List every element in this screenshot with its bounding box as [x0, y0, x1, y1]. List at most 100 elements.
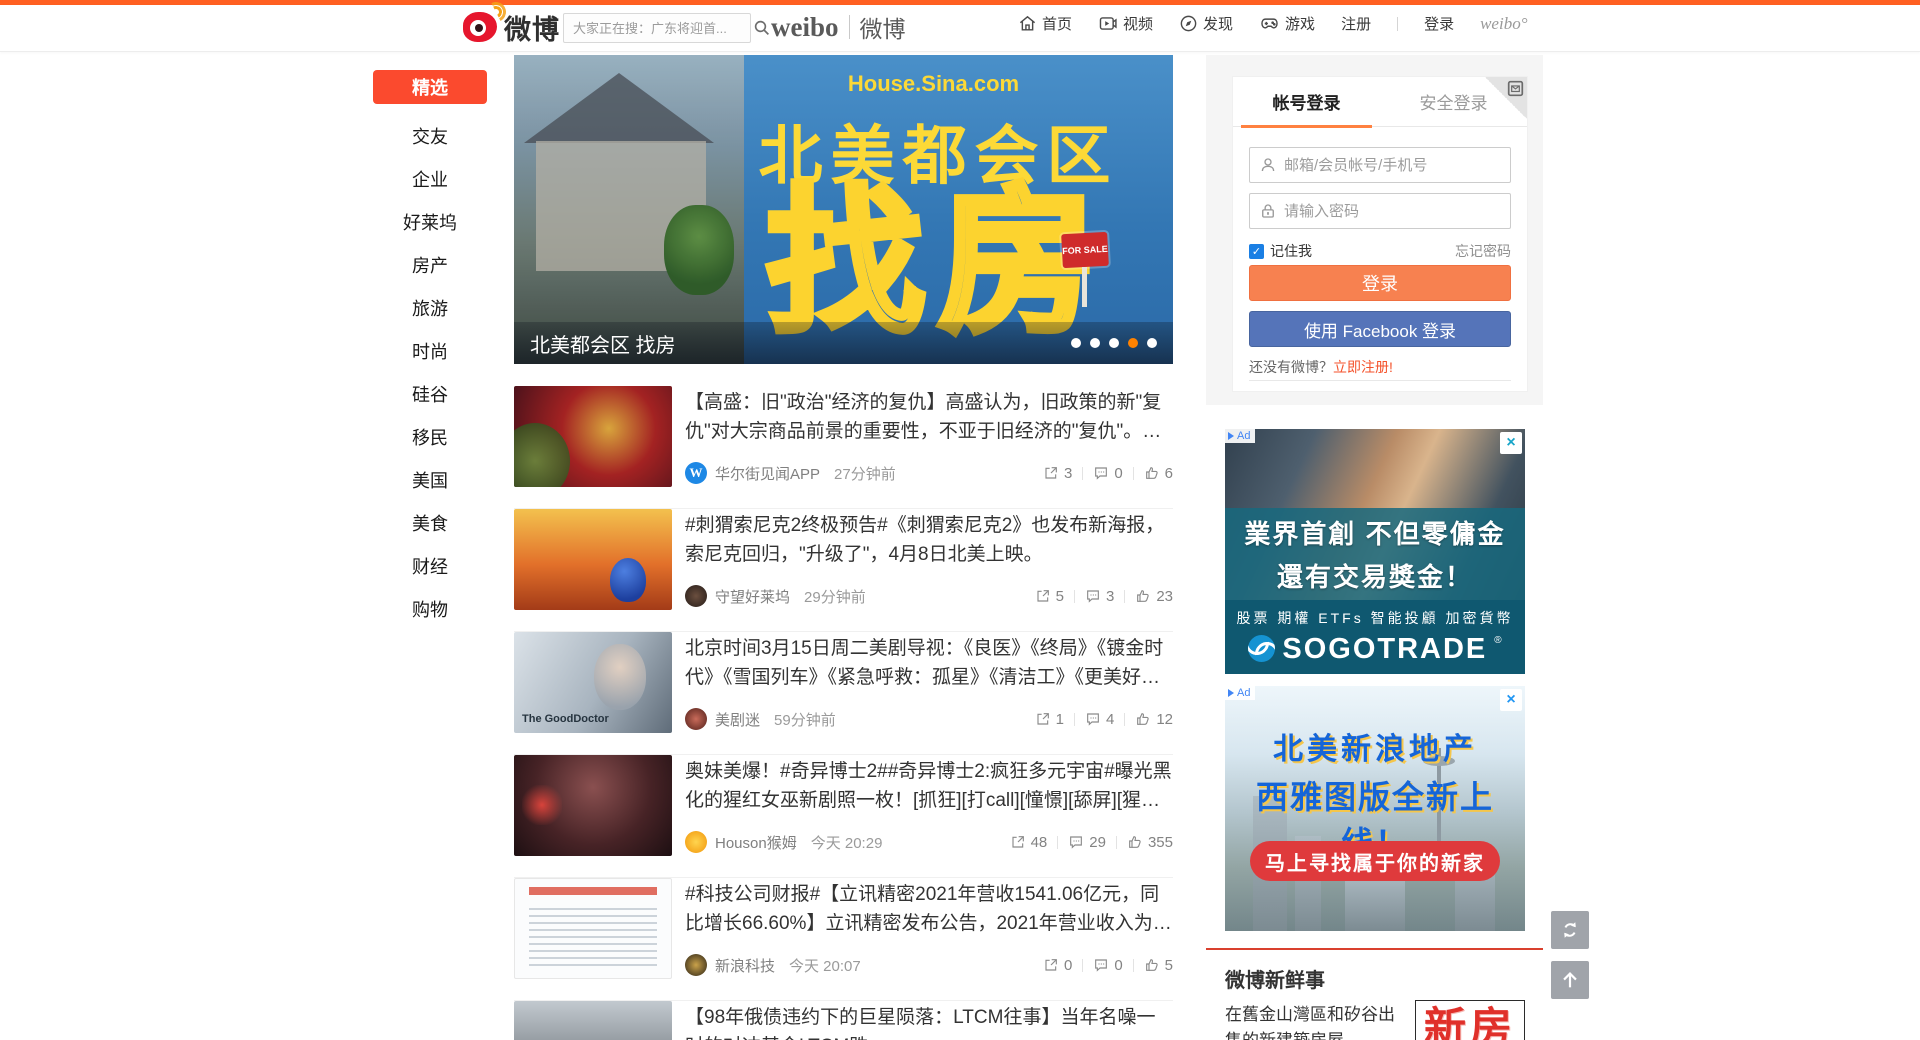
carousel-dot-3[interactable] — [1109, 338, 1119, 348]
qr-login-corner[interactable] — [1485, 77, 1527, 119]
comment-button[interactable]: 0 — [1093, 957, 1122, 974]
avatar[interactable] — [685, 831, 707, 853]
carousel-dot-4-active[interactable] — [1128, 338, 1138, 348]
avatar[interactable]: W — [685, 462, 707, 484]
forgot-password-link[interactable]: 忘记密码 — [1455, 241, 1511, 261]
share-button[interactable]: 48 — [1010, 834, 1048, 851]
weibo-logo[interactable]: 微博 — [463, 11, 560, 43]
post-thumbnail[interactable] — [514, 509, 672, 610]
sidebar-item-usa[interactable]: 美国 — [373, 458, 487, 501]
sidebar-item-friends[interactable]: 交友 — [373, 114, 487, 157]
ad-sina-realestate[interactable]: Ad × 北美新浪地产 西雅图版全新上线！ 马上寻找属于你的新家 — [1225, 686, 1525, 931]
avatar[interactable] — [685, 708, 707, 730]
sidebar-item-business[interactable]: 企业 — [373, 157, 487, 200]
back-to-top-button[interactable] — [1551, 961, 1589, 999]
post-text[interactable]: 奥妹美爆！#奇异博士2##奇异博士2:疯狂多元宇宙#曝光黑化的猩红女巫新剧照一枚… — [685, 757, 1173, 815]
like-button[interactable]: 12 — [1135, 711, 1173, 728]
post-time: 59分钟前 — [774, 709, 836, 730]
post-author[interactable]: 华尔街见闻APP — [715, 463, 820, 484]
carousel-caption[interactable]: 北美都会区 找房 — [530, 329, 1071, 358]
search-icon[interactable] — [753, 14, 771, 42]
qr-contact-icon — [1507, 80, 1524, 97]
comment-button[interactable]: 0 — [1093, 465, 1122, 482]
nav-video[interactable]: 视频 — [1098, 13, 1153, 34]
sidebar-item-fashion[interactable]: 时尚 — [373, 329, 487, 372]
post-thumbnail[interactable] — [514, 386, 672, 487]
avatar[interactable] — [685, 954, 707, 976]
like-button[interactable]: 6 — [1144, 465, 1173, 482]
share-button[interactable]: 3 — [1043, 465, 1072, 482]
login-card: 帐号登录 安全登录 ✓ 记住我 忘记密码 — [1232, 76, 1528, 392]
ad-products: 股票 期權 ETFs 智能投顧 加密貨幣 — [1237, 608, 1514, 628]
share-button[interactable]: 1 — [1035, 711, 1064, 728]
banner-carousel[interactable]: House.Sina.com 北美都会区 找房 FOR SALE 北美都会区 找… — [514, 55, 1173, 364]
username-input[interactable] — [1284, 157, 1510, 174]
refresh-button[interactable] — [1551, 911, 1589, 949]
new-house-badge-text: 新房 — [1424, 1001, 1516, 1040]
login-button[interactable]: 登录 — [1249, 265, 1511, 301]
remember-checkbox[interactable]: ✓ — [1249, 244, 1264, 259]
post-text[interactable]: 【98年俄债违约下的巨星陨落：LTCM往事】当年名噪一时的对冲基金LTCM跌 — [685, 1003, 1173, 1040]
facebook-login-button[interactable]: 使用 Facebook 登录 — [1249, 311, 1511, 347]
comment-button[interactable]: 29 — [1068, 834, 1106, 851]
sidebar-item-siliconvalley[interactable]: 硅谷 — [373, 372, 487, 415]
carousel-dot-5[interactable] — [1147, 338, 1157, 348]
post-text[interactable]: #科技公司财报#【立讯精密2021年营收1541.06亿元，同比增长66.60%… — [685, 880, 1173, 938]
like-button[interactable]: 355 — [1127, 834, 1173, 851]
sidebar-item-realestate[interactable]: 房产 — [373, 243, 487, 286]
password-input[interactable] — [1284, 203, 1510, 220]
sidebar-item-food[interactable]: 美食 — [373, 501, 487, 544]
sidebar-item-hollywood[interactable]: 好莱坞 — [373, 200, 487, 243]
sidebar-item-shopping[interactable]: 购物 — [373, 587, 487, 630]
like-button[interactable]: 5 — [1144, 957, 1173, 974]
search-input[interactable] — [564, 21, 753, 36]
ad-choices-label[interactable]: Ad — [1225, 429, 1255, 443]
post-thumbnail[interactable] — [514, 755, 672, 856]
username-field[interactable] — [1249, 147, 1511, 183]
ad-close-button[interactable]: × — [1500, 432, 1522, 454]
post-text[interactable]: 【高盛：旧"政治"经济的复仇】高盛认为，旧政策的新"复仇"对大宗商品前景的重要性… — [685, 388, 1173, 446]
ad-cta-button[interactable]: 马上寻找属于你的新家 — [1250, 841, 1500, 881]
nav-game[interactable]: 游戏 — [1259, 13, 1315, 34]
like-button[interactable]: 23 — [1135, 588, 1173, 605]
post-text[interactable]: 北京时间3月15日周二美剧导视：《良医》《终局》《镀金时代》《雪国列车》《紧急呼… — [685, 634, 1173, 692]
brand-weibo-mark: weibo° — [1480, 14, 1527, 34]
register-prefix: 还没有微博？ — [1249, 359, 1333, 375]
weibo-page: 微博 weibo 微博 首页 视频 — [0, 0, 1920, 1040]
nav-register[interactable]: 注册 — [1341, 13, 1371, 34]
post-author[interactable]: Houson猴姆 — [715, 832, 797, 853]
password-field[interactable] — [1249, 193, 1511, 229]
post-text[interactable]: #刺猬索尼克2终极预告#《刺猬索尼克2》也发布新海报，索尼克回归，"升级了"，4… — [685, 511, 1173, 569]
ad-close-button[interactable]: × — [1500, 689, 1522, 711]
nav-login[interactable]: 登录 — [1424, 13, 1454, 34]
sidebar-item-featured[interactable]: 精选 — [373, 70, 487, 104]
nav-discover[interactable]: 发现 — [1179, 13, 1233, 34]
fresh-news-text[interactable]: 在舊金山灣區和矽谷出售的新建築房屋 — [1225, 1002, 1410, 1040]
comment-button[interactable]: 4 — [1085, 711, 1114, 728]
ad-line1: 業界首創 不但零傭金 — [1244, 514, 1505, 551]
ad-sogotrade[interactable]: Ad × 業界首創 不但零傭金 還有交易獎金！ 股票 期權 ETFs 智能投顧 … — [1225, 429, 1525, 674]
feed-item: #科技公司财报#【立讯精密2021年营收1541.06亿元，同比增长66.60%… — [514, 878, 1173, 1001]
carousel-dot-2[interactable] — [1090, 338, 1100, 348]
sidebar-item-immigration[interactable]: 移民 — [373, 415, 487, 458]
share-icon — [1043, 465, 1059, 481]
post-thumbnail[interactable] — [514, 878, 672, 979]
comment-button[interactable]: 3 — [1085, 588, 1114, 605]
sidebar-item-travel[interactable]: 旅游 — [373, 286, 487, 329]
avatar[interactable] — [685, 585, 707, 607]
share-button[interactable]: 5 — [1035, 588, 1064, 605]
sidebar-item-finance[interactable]: 财经 — [373, 544, 487, 587]
new-house-badge[interactable]: 新房 — [1415, 1000, 1525, 1040]
post-author[interactable]: 美剧迷 — [715, 709, 760, 730]
post-thumbnail[interactable]: The GoodDoctor — [514, 632, 672, 733]
nav-home[interactable]: 首页 — [1018, 13, 1072, 34]
search-box[interactable] — [563, 13, 751, 43]
ad-choices-label[interactable]: Ad — [1225, 686, 1255, 700]
post-thumbnail[interactable] — [514, 1001, 672, 1040]
post-author[interactable]: 守望好莱坞 — [715, 586, 790, 607]
carousel-dot-1[interactable] — [1071, 338, 1081, 348]
share-button[interactable]: 0 — [1043, 957, 1072, 974]
tab-account-login[interactable]: 帐号登录 — [1233, 77, 1380, 126]
post-author[interactable]: 新浪科技 — [715, 955, 775, 976]
register-link[interactable]: 立即注册! — [1333, 359, 1393, 375]
